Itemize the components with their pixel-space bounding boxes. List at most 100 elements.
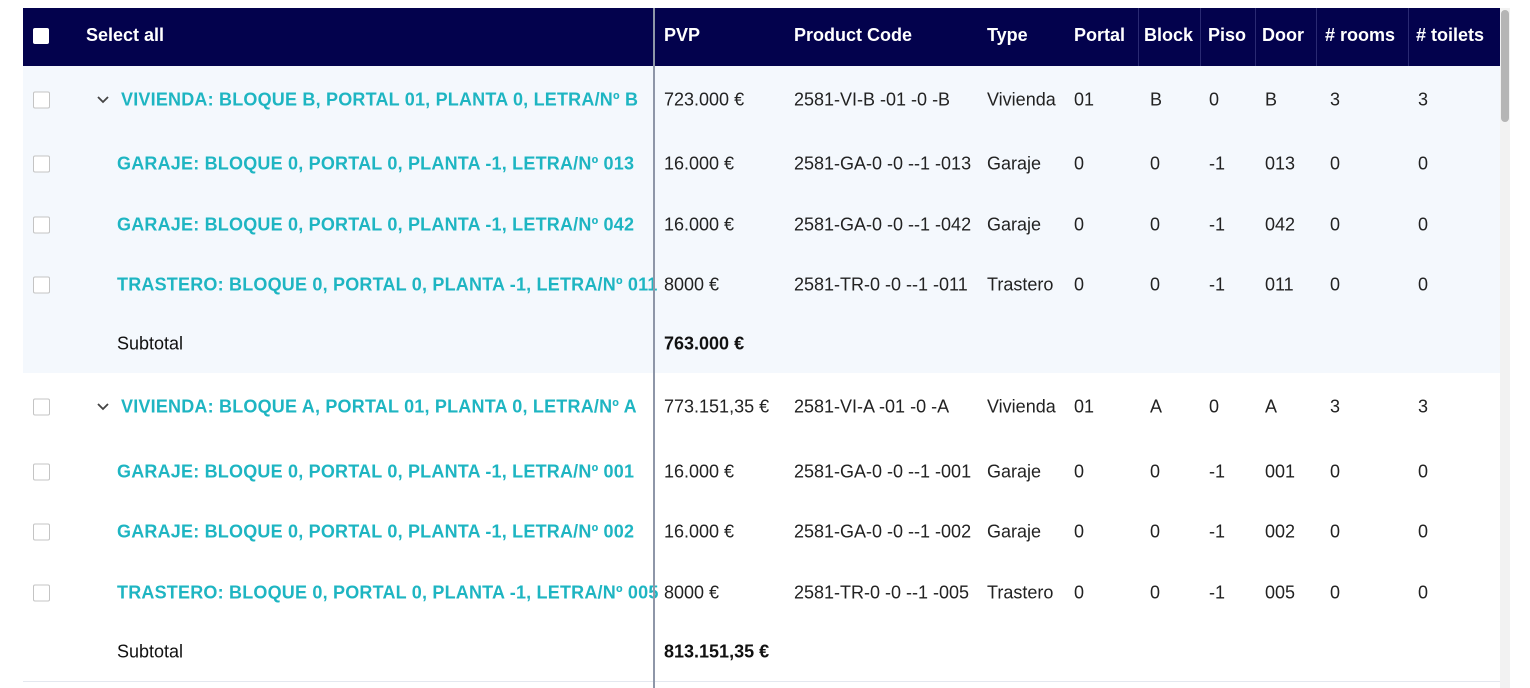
toilets-cell: 0 bbox=[1418, 521, 1429, 542]
portal-cell: 01 bbox=[1074, 89, 1095, 110]
portal-cell: 0 bbox=[1074, 582, 1085, 602]
pvp-cell: 16.000 € bbox=[664, 153, 735, 174]
product-code-cell: 2581-GA-0 -0 --1 -001 bbox=[794, 461, 972, 481]
rooms-cell: 3 bbox=[1330, 396, 1341, 417]
portal-cell: 0 bbox=[1074, 461, 1085, 481]
toilets-cell: 3 bbox=[1418, 396, 1429, 417]
toilets-cell: 0 bbox=[1418, 214, 1429, 234]
table-row[interactable]: TRASTERO: BLOQUE 0, PORTAL 0, PLANTA -1,… bbox=[23, 562, 1500, 624]
row-checkbox[interactable] bbox=[33, 523, 50, 541]
select-all-checkbox[interactable] bbox=[33, 28, 49, 44]
group-parent-row[interactable]: VIVIENDA: BLOQUE A, PORTAL 01, PLANTA 0,… bbox=[23, 373, 1500, 442]
rooms-cell: 0 bbox=[1330, 153, 1341, 174]
block-cell: 0 bbox=[1150, 461, 1161, 481]
product-name-link[interactable]: VIVIENDA: BLOQUE B, PORTAL 01, PLANTA 0,… bbox=[121, 90, 638, 111]
type-cell: Trastero bbox=[987, 274, 1054, 295]
door-cell: B bbox=[1265, 89, 1278, 110]
rooms-cell: 0 bbox=[1330, 521, 1341, 542]
row-checkbox[interactable] bbox=[33, 463, 50, 480]
piso-cell: 0 bbox=[1209, 396, 1220, 417]
door-cell: 011 bbox=[1265, 274, 1294, 295]
column-header-door[interactable]: Door bbox=[1262, 25, 1304, 46]
column-divider[interactable] bbox=[1138, 8, 1139, 66]
type-cell: Garaje bbox=[987, 461, 1042, 481]
rooms-cell: 0 bbox=[1330, 274, 1341, 295]
chevron-down-icon[interactable] bbox=[96, 95, 110, 105]
piso-cell: -1 bbox=[1209, 214, 1226, 234]
piso-cell: -1 bbox=[1209, 274, 1226, 295]
toilets-cell: 0 bbox=[1418, 461, 1429, 481]
column-divider[interactable] bbox=[1200, 8, 1201, 66]
column-divider[interactable] bbox=[1316, 8, 1317, 66]
column-header-block[interactable]: Block bbox=[1144, 25, 1193, 46]
row-checkbox[interactable] bbox=[33, 216, 50, 233]
row-checkbox[interactable] bbox=[33, 276, 50, 294]
portal-cell: 0 bbox=[1074, 274, 1085, 295]
product-name-link[interactable]: GARAJE: BLOQUE 0, PORTAL 0, PLANTA -1, L… bbox=[117, 461, 634, 482]
table-row[interactable]: GARAJE: BLOQUE 0, PORTAL 0, PLANTA -1, L… bbox=[23, 194, 1500, 256]
type-cell: Vivienda bbox=[987, 89, 1056, 110]
column-header-product-code[interactable]: Product Code bbox=[794, 25, 912, 46]
chevron-down-icon[interactable] bbox=[96, 402, 110, 412]
product-name-link[interactable]: TRASTERO: BLOQUE 0, PORTAL 0, PLANTA -1,… bbox=[117, 582, 659, 603]
product-code-cell: 2581-TR-0 -0 --1 -005 bbox=[794, 582, 970, 602]
products-grid: Select all PVP Product Code Type Portal … bbox=[23, 8, 1500, 688]
portal-cell: 0 bbox=[1074, 521, 1085, 542]
block-cell: 0 bbox=[1150, 214, 1161, 234]
product-name-link[interactable]: GARAJE: BLOQUE 0, PORTAL 0, PLANTA -1, L… bbox=[117, 214, 634, 235]
product-code-cell: 2581-GA-0 -0 --1 -013 bbox=[794, 153, 972, 174]
scrollbar-thumb[interactable] bbox=[1501, 10, 1509, 122]
column-header-pvp[interactable]: PVP bbox=[664, 25, 700, 46]
product-name-link[interactable]: GARAJE: BLOQUE 0, PORTAL 0, PLANTA -1, L… bbox=[117, 154, 634, 175]
pinned-column-divider bbox=[653, 8, 655, 688]
product-name-link[interactable]: VIVIENDA: BLOQUE A, PORTAL 01, PLANTA 0,… bbox=[121, 397, 637, 418]
piso-cell: 0 bbox=[1209, 89, 1220, 110]
subtotal-row[interactable]: Subtotal 813.151,35 € bbox=[23, 623, 1500, 682]
rooms-cell: 0 bbox=[1330, 582, 1341, 602]
table-row[interactable]: GARAJE: BLOQUE 0, PORTAL 0, PLANTA -1, L… bbox=[23, 134, 1500, 195]
type-cell: Garaje bbox=[987, 521, 1042, 542]
toilets-cell: 0 bbox=[1418, 582, 1429, 602]
product-code-cell: 2581-TR-0 -0 --1 -011 bbox=[794, 274, 968, 295]
row-checkbox[interactable] bbox=[33, 398, 50, 416]
pvp-cell: 16.000 € bbox=[664, 214, 735, 234]
pvp-cell: 16.000 € bbox=[664, 521, 735, 542]
column-divider[interactable] bbox=[1255, 8, 1256, 66]
row-checkbox[interactable] bbox=[33, 155, 50, 173]
column-divider[interactable] bbox=[1408, 8, 1409, 66]
column-header-piso[interactable]: Piso bbox=[1208, 25, 1246, 46]
toilets-cell: 3 bbox=[1418, 89, 1429, 110]
product-code-cell: 2581-GA-0 -0 --1 -002 bbox=[794, 521, 972, 542]
column-header-type[interactable]: Type bbox=[987, 25, 1028, 46]
column-header-rooms[interactable]: # rooms bbox=[1325, 25, 1395, 46]
door-cell: A bbox=[1265, 396, 1278, 417]
product-code-cell: 2581-VI-B -01 -0 -B bbox=[794, 89, 951, 110]
portal-cell: 0 bbox=[1074, 153, 1085, 174]
row-checkbox[interactable] bbox=[33, 584, 50, 601]
pvp-cell: 8000 € bbox=[664, 582, 720, 602]
table-row[interactable]: TRASTERO: BLOQUE 0, PORTAL 0, PLANTA -1,… bbox=[23, 255, 1500, 316]
row-checkbox[interactable] bbox=[33, 91, 50, 109]
piso-cell: -1 bbox=[1209, 461, 1226, 481]
product-code-cell: 2581-VI-A -01 -0 -A bbox=[794, 396, 950, 417]
piso-cell: -1 bbox=[1209, 153, 1226, 174]
rooms-cell: 3 bbox=[1330, 89, 1341, 110]
product-name-link[interactable]: TRASTERO: BLOQUE 0, PORTAL 0, PLANTA -1,… bbox=[117, 275, 658, 296]
type-cell: Garaje bbox=[987, 153, 1042, 174]
block-cell: 0 bbox=[1150, 521, 1161, 542]
portal-cell: 0 bbox=[1074, 214, 1085, 234]
table-row[interactable]: GARAJE: BLOQUE 0, PORTAL 0, PLANTA -1, L… bbox=[23, 502, 1500, 563]
door-cell: 013 bbox=[1265, 153, 1296, 174]
table-row[interactable]: GARAJE: BLOQUE 0, PORTAL 0, PLANTA -1, L… bbox=[23, 441, 1500, 503]
column-header-toilets[interactable]: # toilets bbox=[1416, 25, 1484, 46]
type-cell: Trastero bbox=[987, 582, 1054, 602]
pvp-cell: 773.151,35 € bbox=[664, 396, 770, 417]
rooms-cell: 0 bbox=[1330, 214, 1341, 234]
rooms-cell: 0 bbox=[1330, 461, 1341, 481]
portal-cell: 01 bbox=[1074, 396, 1095, 417]
subtotal-row[interactable]: Subtotal 763.000 € bbox=[23, 315, 1500, 374]
subtotal-label: Subtotal bbox=[117, 333, 184, 354]
group-parent-row[interactable]: VIVIENDA: BLOQUE B, PORTAL 01, PLANTA 0,… bbox=[23, 66, 1500, 135]
column-header-portal[interactable]: Portal bbox=[1074, 25, 1125, 46]
product-name-link[interactable]: GARAJE: BLOQUE 0, PORTAL 0, PLANTA -1, L… bbox=[117, 522, 634, 543]
